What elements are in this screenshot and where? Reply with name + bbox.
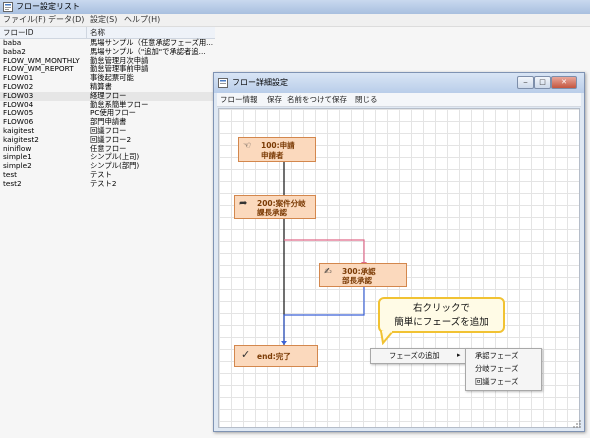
context-menu-item-add-phase[interactable]: フェーズの追加 [389,350,467,361]
flow-node-end[interactable]: ✓ end:完了 [234,345,318,367]
node-role: 部長承認 [342,276,372,285]
hand-pointer-icon: ☜ [243,141,252,151]
submenu-item-branch-phase[interactable]: 分岐フェーズ [475,363,541,374]
submenu-item-approval-phase[interactable]: 承認フェーズ [475,350,541,361]
node-code: 100:申請 [261,141,295,150]
stamp-icon: ✍ [324,267,332,277]
callout-line-1: 右クリックで [412,303,470,314]
flow-node-200[interactable]: ➦ 200:案件分岐 課長承認 [234,195,316,219]
connector-200-300 [284,239,365,263]
checkmark-icon: ✓ [241,348,251,361]
node-code: 300:承認 [342,267,376,276]
node-code: 200:案件分岐 [257,199,306,208]
node-role: 課長承認 [257,208,287,217]
callout-line-2: 簡単にフェーズを追加 [394,317,489,328]
node-role: 申請者 [261,151,284,160]
phase-submenu: 承認フェーズ 分岐フェーズ 回議フェーズ [465,348,542,391]
connector-300-end [283,286,365,342]
node-code: end:完了 [257,352,291,361]
context-menu: フェーズの追加 ▸ [370,348,468,364]
tip-callout: 右クリックで 簡単にフェーズを追加 [378,297,505,333]
flow-node-100[interactable]: ☜ 100:申請 申請者 [238,137,316,162]
flow-node-300[interactable]: ✍ 300:承認 部長承認 [319,263,407,287]
branch-arrow-icon: ➦ [239,198,248,209]
submenu-item-circular-phase[interactable]: 回議フェーズ [475,376,541,387]
callout-tail [380,331,395,345]
